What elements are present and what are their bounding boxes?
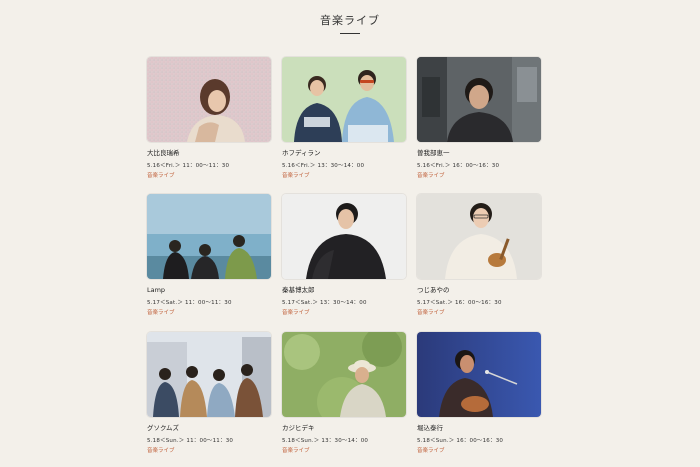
artist-time: 5.16＜Fri.＞ 16：00〜16：30 [417,163,500,169]
artist-photo[interactable] [147,332,271,417]
category-tag[interactable]: 音楽ライブ [147,172,271,180]
artist-name[interactable]: 秦基博太郎 [282,286,406,295]
artist-card[interactable]: Lamp 5.17＜Sat.＞ 11：00〜11：30 音楽ライブ [147,194,271,317]
artist-photo[interactable] [147,57,271,142]
artist-card[interactable]: 秦基博太郎 5.17＜Sat.＞ 13：30〜14：00 音楽ライブ [282,194,406,317]
category-tag[interactable]: 音楽ライブ [282,447,406,455]
artist-name[interactable]: カジヒデキ [282,424,406,433]
artist-name[interactable]: ホフディラン [282,149,406,158]
artist-name[interactable]: グソクムズ [147,424,271,433]
artist-time: 5.17＜Sat.＞ 11：00〜11：30 [147,300,232,306]
artist-photo[interactable] [282,57,406,142]
category-tag[interactable]: 音楽ライブ [417,309,541,317]
artist-name[interactable]: 曽我部恵一 [417,149,541,158]
artist-photo[interactable] [282,332,406,417]
artist-time: 5.16＜Fri.＞ 13：30〜14：00 [282,163,365,169]
artist-time: 5.17＜Sat.＞ 13：30〜14：00 [282,300,367,306]
artist-photo[interactable] [147,194,271,279]
artist-photo[interactable] [417,332,541,417]
artist-card[interactable]: つじあやの 5.17＜Sat.＞ 16：00〜16：30 音楽ライブ [417,194,541,317]
category-tag[interactable]: 音楽ライブ [417,172,541,180]
category-tag[interactable]: 音楽ライブ [147,309,271,317]
section-title: 音楽ライブ [320,14,380,27]
category-tag[interactable]: 音楽ライブ [147,447,271,455]
artist-name[interactable]: 堀込泰行 [417,424,541,433]
artist-name[interactable]: つじあやの [417,286,541,295]
artist-photo[interactable] [417,57,541,142]
title-divider [340,33,360,34]
artist-time: 5.18＜Sun.＞ 13：30〜14：00 [282,438,369,444]
category-tag[interactable]: 音楽ライブ [282,309,406,317]
artist-card[interactable]: グソクムズ 5.18＜Sun.＞ 11：00〜11：30 音楽ライブ [147,332,271,455]
artist-time: 5.18＜Sun.＞ 11：00〜11：30 [147,438,234,444]
artist-photo[interactable] [282,194,406,279]
artist-time: 5.18＜Sun.＞ 16：00〜16：30 [417,438,504,444]
artist-time: 5.17＜Sat.＞ 16：00〜16：30 [417,300,502,306]
artist-card[interactable]: 堀込泰行 5.18＜Sun.＞ 16：00〜16：30 音楽ライブ [417,332,541,455]
artist-name[interactable]: Lamp [147,286,271,295]
artist-photo[interactable] [417,194,541,279]
category-tag[interactable]: 音楽ライブ [282,172,406,180]
artist-card[interactable]: カジヒデキ 5.18＜Sun.＞ 13：30〜14：00 音楽ライブ [282,332,406,455]
artist-card[interactable]: ホフディラン 5.16＜Fri.＞ 13：30〜14：00 音楽ライブ [282,57,406,180]
artist-card[interactable]: 大比良瑞希 5.16＜Fri.＞ 11：00〜11：30 音楽ライブ [147,57,271,180]
artist-name[interactable]: 大比良瑞希 [147,149,271,158]
artist-time: 5.16＜Fri.＞ 11：00〜11：30 [147,163,230,169]
artist-card[interactable]: 曽我部恵一 5.16＜Fri.＞ 16：00〜16：30 音楽ライブ [417,57,541,180]
category-tag[interactable]: 音楽ライブ [417,447,541,455]
